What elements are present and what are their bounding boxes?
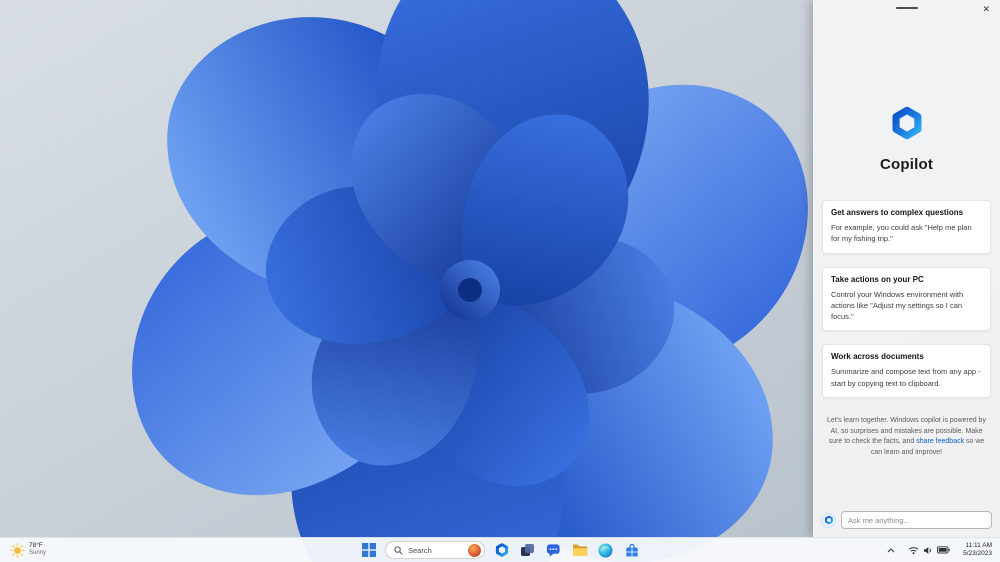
panel-controls: ✕ <box>813 0 1000 18</box>
copilot-panel: ✕ Copilot Get answers to complex questio… <box>813 0 1000 537</box>
card-body: Control your Windows environment with ac… <box>831 289 964 322</box>
search-icon <box>394 545 403 555</box>
volume-icon <box>924 546 932 554</box>
windows-start-icon <box>361 543 376 557</box>
task-view-icon <box>521 543 534 556</box>
card-complex-questions[interactable]: Get answers to complex questions For exa… <box>822 200 991 254</box>
edge-browser-button[interactable] <box>596 541 615 560</box>
screen: ✕ Copilot Get answers to complex questio… <box>0 0 1000 562</box>
ai-disclaimer: Let's learn together. Windows copilot is… <box>813 416 1000 459</box>
card-title: Get answers to complex questions <box>831 208 964 217</box>
card-body: Summarize and compose text from any app … <box>831 367 981 388</box>
taskbar: 78°F Sunny Search 11:11 AM 5/23/2023 <box>0 537 1000 562</box>
weather-temp: 78°F <box>29 542 43 550</box>
widgets-weather-button[interactable]: 78°F Sunny <box>6 538 50 562</box>
battery-icon <box>937 546 950 554</box>
copilot-header: Copilot <box>813 104 1000 173</box>
tray-overflow-button[interactable] <box>884 546 898 555</box>
search-box[interactable]: Search <box>385 541 485 559</box>
suggestion-cards: Get answers to complex questions For exa… <box>813 200 1000 398</box>
copilot-title: Copilot <box>879 156 934 173</box>
bing-image-icon <box>468 543 481 557</box>
clock[interactable]: 11:11 AM 5/23/2023 <box>960 541 995 560</box>
card-title: Work across documents <box>831 352 924 362</box>
sun-icon <box>10 542 25 558</box>
weather-condition: Sunny <box>29 550 47 557</box>
wifi-icon <box>908 546 919 554</box>
chat-input-row <box>813 511 1000 529</box>
ask-me-anything-input[interactable] <box>841 511 992 529</box>
edge-icon <box>598 543 613 557</box>
file-explorer-icon <box>572 544 587 556</box>
file-explorer-button[interactable] <box>570 541 589 560</box>
share-feedback-link[interactable]: share feedback <box>916 438 964 445</box>
minimize-handle[interactable] <box>895 7 918 9</box>
search-label: Search <box>408 545 432 555</box>
chat-button[interactable] <box>544 541 563 560</box>
chat-icon <box>546 543 560 557</box>
card-title: Take actions on your PC <box>831 274 924 284</box>
close-icon[interactable]: ✕ <box>979 2 993 16</box>
task-view-button[interactable] <box>518 541 537 560</box>
system-tray: 11:11 AM 5/23/2023 <box>884 538 995 562</box>
taskbar-copilot-button[interactable] <box>492 541 511 560</box>
card-body: For example, you could ask "Help me plan… <box>831 223 972 244</box>
store-icon <box>625 543 638 556</box>
copilot-avatar-icon <box>821 512 836 528</box>
clock-date: 5/23/2023 <box>963 550 992 557</box>
start-button[interactable] <box>359 541 378 560</box>
copilot-taskbar-icon <box>495 543 508 557</box>
clock-time: 11:11 AM <box>965 541 993 549</box>
taskbar-center: Search <box>359 538 641 562</box>
copilot-logo <box>888 104 926 142</box>
store-button[interactable] <box>622 541 641 560</box>
card-take-actions[interactable]: Take actions on your PC Control your Win… <box>822 266 991 332</box>
weather-text: 78°F Sunny <box>29 542 46 558</box>
network-volume-battery-button[interactable] <box>905 544 953 557</box>
card-work-documents[interactable]: Work across documents Summarize and comp… <box>822 344 991 398</box>
chevron-up-icon <box>887 547 895 552</box>
